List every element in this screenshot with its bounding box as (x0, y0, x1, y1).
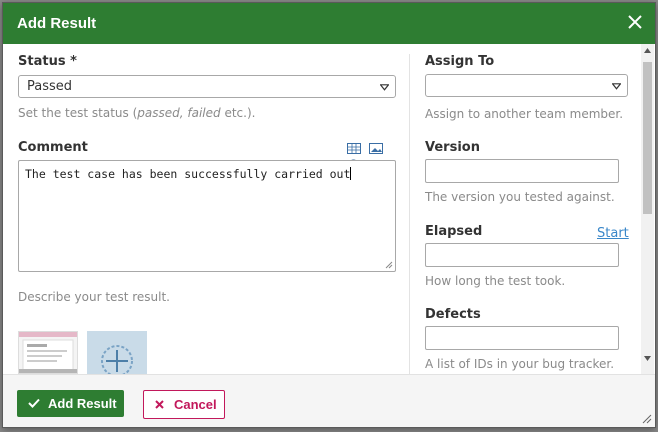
scroll-up-icon[interactable] (644, 48, 651, 53)
text-caret (350, 167, 352, 180)
right-column: Assign To Assign to another team member.… (424, 44, 634, 374)
resize-grip-icon[interactable] (385, 261, 393, 269)
defects-label: Defects (425, 307, 481, 322)
version-hint: The version you tested against. (425, 190, 615, 204)
close-icon[interactable] (625, 12, 645, 32)
add-result-button[interactable]: Add Result (17, 390, 124, 417)
status-label: Status * (18, 54, 77, 69)
elapsed-hint: How long the test took. (425, 274, 566, 288)
add-result-dialog: Add Result Status * Passed Set the test … (2, 2, 656, 428)
dialog-scrollbar[interactable] (641, 44, 654, 374)
scrollbar-thumb[interactable] (643, 62, 652, 214)
assign-select[interactable] (425, 74, 628, 97)
elapsed-input[interactable] (425, 243, 619, 267)
cancel-button[interactable]: Cancel (143, 390, 225, 419)
dialog-header: Add Result (3, 3, 655, 44)
add-attachment-button[interactable] (87, 331, 147, 374)
chevron-down-icon (380, 84, 389, 91)
close-icon (155, 400, 164, 409)
defects-hint: A list of IDs in your bug tracker. (425, 357, 615, 371)
attachment-thumbnail[interactable] (18, 331, 78, 374)
left-column: Status * Passed Set the test status (pas… (15, 44, 396, 374)
comment-hint: Describe your test result. (18, 290, 170, 304)
table-icon[interactable] (347, 141, 361, 159)
cancel-label: Cancel (174, 397, 217, 412)
dialog-resize-icon[interactable] (642, 414, 652, 424)
image-icon[interactable] (369, 141, 384, 159)
comment-textarea[interactable]: The test case has been successfully carr… (18, 160, 396, 272)
chevron-down-icon (612, 83, 621, 90)
assign-hint: Assign to another team member. (425, 107, 624, 121)
column-divider (409, 54, 410, 374)
add-result-label: Add Result (48, 396, 117, 411)
status-select[interactable]: Passed (18, 75, 396, 98)
status-value: Passed (27, 79, 73, 94)
check-icon (28, 398, 40, 408)
comment-toolbar: ? (343, 141, 395, 172)
elapsed-start-link[interactable]: Start (597, 226, 629, 241)
dialog-body: Status * Passed Set the test status (pas… (3, 44, 655, 374)
dialog-title: Add Result (17, 15, 97, 32)
comment-text: The test case has been successfully carr… (25, 167, 351, 181)
defects-input[interactable] (425, 326, 619, 350)
assign-label: Assign To (425, 54, 495, 69)
scroll-down-icon[interactable] (644, 356, 651, 361)
version-label: Version (425, 140, 480, 155)
status-hint: Set the test status (passed, failed etc.… (18, 106, 256, 120)
version-input[interactable] (425, 159, 619, 183)
comment-label: Comment (18, 140, 88, 155)
elapsed-label: Elapsed (425, 224, 483, 239)
dialog-footer: Add Result Cancel (3, 374, 655, 427)
